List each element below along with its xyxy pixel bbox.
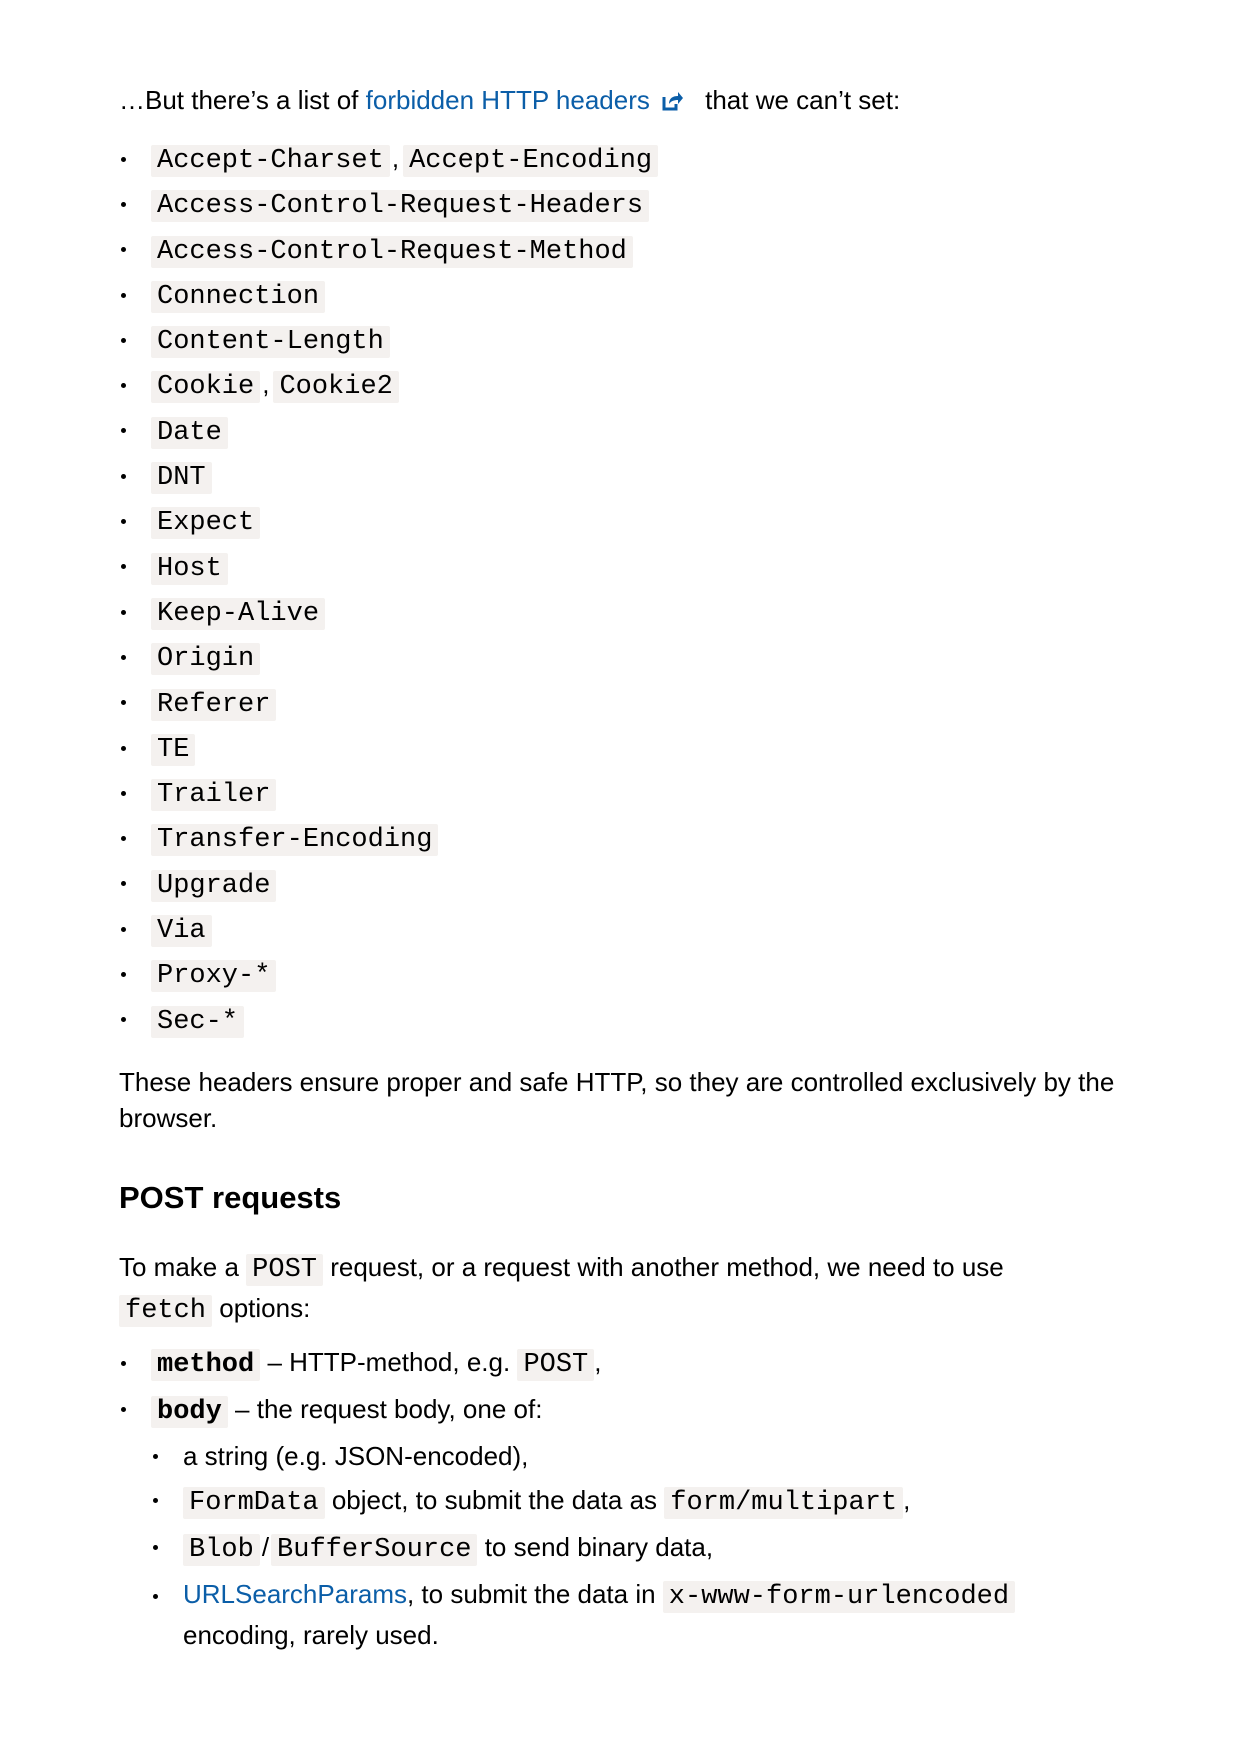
formdata-text: object, to submit the data as	[324, 1484, 665, 1515]
method-example-code: POST	[517, 1348, 595, 1381]
body-text: – the request body, one of:	[227, 1393, 543, 1424]
post-intro-text-1: To make a	[119, 1251, 247, 1282]
method-text: – HTTP-method, e.g.	[260, 1346, 518, 1377]
header-name-code: Cookie	[151, 371, 261, 404]
header-list-item: Keep-Alive	[119, 589, 1129, 634]
forbidden-headers-list: Accept-Charset, Accept-Encoding Access-Con…	[119, 136, 1129, 1042]
urlsearch-text: , to submit the data in	[406, 1578, 663, 1609]
header-list-item: Connection	[119, 272, 1129, 317]
blob-slash: /	[261, 1531, 270, 1562]
header-list-item: Host	[119, 544, 1129, 589]
header-list-item: Cookie, Cookie2	[119, 362, 1129, 407]
header-name-code: Accept-Charset	[151, 145, 390, 177]
body-type-blob: Blob / BufferSource to send binary data,	[151, 1525, 1129, 1572]
header-name-code: Transfer-Encoding	[151, 824, 439, 857]
post-code: POST	[246, 1253, 323, 1286]
header-name-code: Upgrade	[151, 869, 277, 902]
header-name-code: Proxy-*	[151, 960, 277, 993]
header-list-item: Transfer-Encoding	[119, 815, 1129, 860]
header-name-code: TE	[151, 733, 196, 766]
header-list-item: DNT	[119, 453, 1129, 498]
post-intro-text-2: request, or a request with another metho…	[322, 1251, 1004, 1282]
header-name-code: Host	[151, 552, 228, 585]
header-separator: ,	[262, 369, 270, 400]
header-name-code: Sec-*	[151, 1005, 245, 1038]
urlsearch-text-end: encoding, rarely used.	[183, 1619, 439, 1650]
body-code: body	[151, 1395, 228, 1428]
body-type-urlsearchparams: URLSearchParams, to submit the data in x…	[151, 1572, 1129, 1654]
blob-code: Blob	[183, 1533, 260, 1566]
blob-text: to send binary data,	[477, 1531, 714, 1562]
forbidden-headers-link[interactable]: forbidden HTTP headers	[366, 85, 650, 115]
intro-text-before: …But there’s a list of	[119, 85, 366, 115]
external-link-icon	[660, 86, 684, 111]
header-name-code: Referer	[151, 688, 277, 721]
urlsearchparams-link[interactable]: URLSearchParams	[183, 1579, 407, 1609]
formdata-text-end: ,	[903, 1484, 911, 1515]
header-list-item: Expect	[119, 498, 1129, 543]
header-list-item: Via	[119, 906, 1129, 951]
header-name-code: Via	[151, 915, 212, 948]
header-name-code: Connection	[151, 280, 326, 313]
header-name-code: Origin	[151, 643, 261, 676]
header-name-code: Accept-Encoding	[403, 145, 659, 177]
fetch-code: fetch	[119, 1294, 213, 1327]
header-list-item: Access-Control-Request-Method	[119, 227, 1129, 272]
intro-paragraph: …But there’s a list of forbidden HTTP he…	[119, 82, 1129, 118]
header-separator: ,	[391, 143, 400, 173]
intro-text-after: that we can’t set:	[697, 85, 901, 115]
article-content: …But there’s a list of forbidden HTTP he…	[119, 84, 1129, 1654]
header-list-item: Sec-*	[119, 997, 1129, 1042]
header-list-item: Trailer	[119, 770, 1129, 815]
post-intro-text-3: options:	[212, 1292, 311, 1323]
multipart-code: form/multipart	[664, 1486, 904, 1519]
header-name-code: DNT	[151, 462, 212, 495]
option-body: body – the request body, one of: a strin…	[119, 1387, 1129, 1654]
formdata-code: FormData	[183, 1486, 325, 1519]
body-type-formdata: FormData object, to submit the data as f…	[151, 1478, 1129, 1525]
header-name-code: Trailer	[151, 779, 277, 812]
header-name-code: Access-Control-Request-Method	[151, 235, 633, 268]
urlencoded-code: x-www-form-urlencoded	[662, 1580, 1016, 1613]
fetch-options-list: method – HTTP-method, e.g. POST, body – …	[119, 1340, 1129, 1654]
buffersource-code: BufferSource	[271, 1533, 478, 1566]
header-name-code: Keep-Alive	[151, 597, 326, 630]
header-name-code: Expect	[151, 507, 261, 540]
page: …But there’s a list of forbidden HTTP he…	[0, 0, 1240, 1754]
headers-explanation: These headers ensure proper and safe HTT…	[119, 1066, 1115, 1133]
option-method: method – HTTP-method, e.g. POST,	[119, 1340, 1129, 1387]
header-list-item: Proxy-*	[119, 951, 1129, 996]
header-name-code: Date	[151, 416, 228, 449]
method-text-end: ,	[594, 1346, 602, 1377]
header-name-code: Cookie2	[273, 371, 399, 404]
header-list-item: Referer	[119, 680, 1129, 725]
header-list-item: Date	[119, 408, 1129, 453]
header-list-item: Origin	[119, 634, 1129, 679]
header-list-item: Content-Length	[119, 317, 1129, 362]
post-intro-paragraph: To make a POST request, or a request wit…	[119, 1248, 1129, 1330]
body-types-list: a string (e.g. JSON-encoded), FormData o…	[151, 1434, 1129, 1654]
header-list-item: Upgrade	[119, 861, 1129, 906]
header-list-item: Access-Control-Request-Headers	[119, 181, 1129, 226]
header-list-item: TE	[119, 725, 1129, 770]
method-code: method	[151, 1348, 261, 1381]
body-type-string: a string (e.g. JSON-encoded),	[151, 1434, 1129, 1478]
header-list-item: Accept-Charset, Accept-Encoding	[119, 136, 1129, 181]
header-name-code: Content-Length	[151, 326, 390, 359]
section-title: POST requests	[119, 1179, 342, 1215]
header-name-code: Access-Control-Request-Headers	[151, 190, 650, 223]
